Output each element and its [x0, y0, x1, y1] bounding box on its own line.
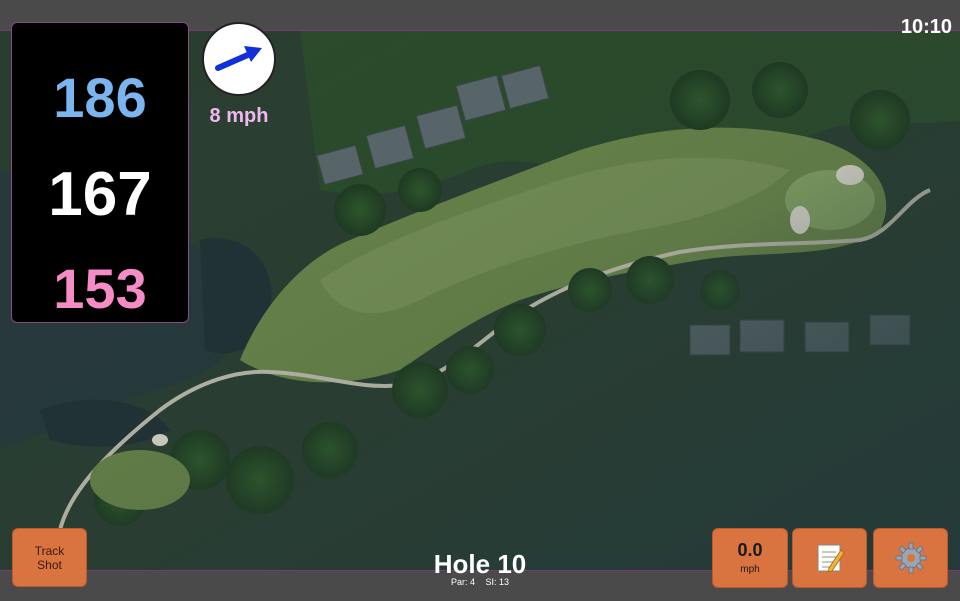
si-label: SI: 13: [485, 577, 510, 587]
notes-button[interactable]: [792, 528, 867, 588]
clock: 10:10: [900, 16, 952, 38]
front-distance: 153: [53, 257, 147, 320]
speed-button[interactable]: 0.0 mph: [712, 528, 788, 588]
track-shot-label: Track Shot: [34, 543, 65, 572]
back-distance: 186: [53, 66, 147, 129]
distance-panel: 186 167 153: [11, 22, 189, 323]
track-shot-button[interactable]: Track Shot: [12, 528, 87, 587]
wind-speed: 8 mph: [209, 105, 269, 127]
gear-icon: [895, 542, 926, 574]
arrow-icon: [215, 46, 262, 71]
middle-distance: 167: [48, 160, 152, 229]
hole-title: Hole 10: [433, 549, 527, 579]
speed-value: 0.0: [737, 540, 763, 560]
par-label: Par: 4: [450, 577, 475, 587]
hole-meta: Par: 4 SI: 13: [380, 577, 580, 587]
speed-unit: mph: [740, 564, 760, 575]
hole-info: Hole 10 Par: 4 SI: 13: [380, 549, 580, 587]
wind-indicator: [202, 22, 276, 96]
memo-icon: [817, 544, 845, 573]
settings-button[interactable]: [873, 528, 948, 588]
